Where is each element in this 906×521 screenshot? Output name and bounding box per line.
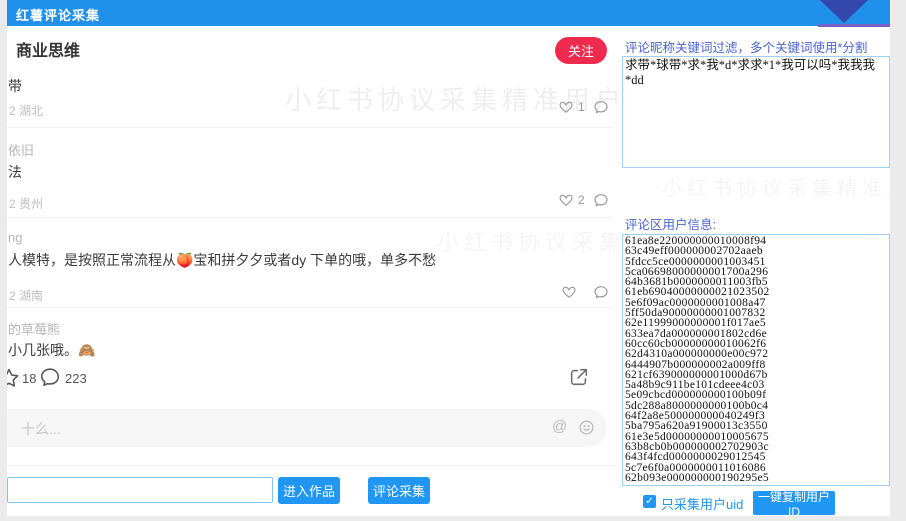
- comment-text: 人模特，是按照正常流程从🍑宝和拼夕夕或者dy 下单的哦，单多不愁: [8, 250, 436, 270]
- comment-meta: 2 贵州: [9, 195, 43, 212]
- comment-username: 的草莓熊: [8, 319, 60, 338]
- comment-input[interactable]: 十么... @: [7, 409, 607, 447]
- corner-ribbon-icon: [820, 0, 868, 23]
- like-count: 2: [578, 193, 585, 207]
- divider: [7, 127, 613, 128]
- comment-input-placeholder: 十么...: [21, 419, 61, 439]
- comments-bubble-icon[interactable]: [39, 366, 61, 393]
- collect-star-icon[interactable]: [7, 367, 20, 394]
- comment-text: 小几张哦。🙈: [8, 340, 95, 360]
- user-info-label: 评论区用户信息:: [625, 214, 716, 233]
- mention-at-icon[interactable]: @: [552, 418, 567, 435]
- desktop-background: 红薯评论采集 小红书协议采集精准用户 小红书协议采集精准用户 小红书协议采集精准…: [0, 0, 906, 521]
- title-bar: 红薯评论采集: [7, 0, 890, 26]
- comments-count: 223: [65, 371, 87, 386]
- divider: [7, 307, 613, 308]
- keyword-filter-textarea[interactable]: 求带*球带*求*我*d*求求*1*我可以吗*我我我*dd: [622, 56, 890, 168]
- comment-username: 依旧: [8, 140, 34, 159]
- follow-button[interactable]: 关注: [555, 37, 607, 64]
- user-ids-textarea[interactable]: 61ea8e220000000010008f94 63c49eff0000000…: [622, 234, 890, 486]
- comment-text: 带: [8, 76, 22, 96]
- uid-only-label[interactable]: 只采集用户uid: [661, 494, 743, 513]
- reply-bubble-icon[interactable]: [593, 192, 609, 213]
- app-title: 红薯评论采集: [16, 5, 100, 24]
- enter-note-button[interactable]: 进入作品: [278, 477, 340, 504]
- watermark-text: 小红书协议采集精准用户: [285, 80, 626, 117]
- uid-only-checkbox[interactable]: ✓: [643, 495, 656, 508]
- comment-meta: 2 湖南: [9, 287, 43, 304]
- comment-username: ng: [8, 230, 22, 245]
- reply-bubble-icon[interactable]: [593, 284, 609, 305]
- app-window: 红薯评论采集 小红书协议采集精准用户 小红书协议采集精准用户 小红书协议采集精准…: [7, 0, 890, 516]
- like-heart-icon[interactable]: [561, 284, 577, 305]
- corner-ribbon-underline: [818, 24, 890, 27]
- page-title: 商业思维: [16, 37, 80, 61]
- watermark-text: 小红书协议采集精准用户: [662, 172, 890, 201]
- comment-text: 法: [8, 162, 22, 182]
- reply-bubble-icon[interactable]: [593, 99, 609, 120]
- copy-user-ids-button[interactable]: 一键复制用户ID: [753, 491, 835, 515]
- divider: [7, 465, 617, 466]
- collect-count: 18: [22, 371, 36, 386]
- like-heart-icon[interactable]: [558, 192, 574, 213]
- comment-meta: 2 湖北: [9, 102, 43, 119]
- collect-comments-button[interactable]: 评论采集: [368, 477, 430, 504]
- note-url-input[interactable]: [7, 477, 273, 503]
- share-external-link-icon[interactable]: [568, 366, 590, 393]
- like-count: 1: [578, 100, 585, 114]
- emoji-smiley-icon[interactable]: [578, 419, 595, 441]
- divider: [7, 217, 613, 218]
- keyword-filter-label: 评论昵称关键词过滤，多个关键词使用*分割: [625, 37, 867, 56]
- like-heart-icon[interactable]: [558, 99, 574, 120]
